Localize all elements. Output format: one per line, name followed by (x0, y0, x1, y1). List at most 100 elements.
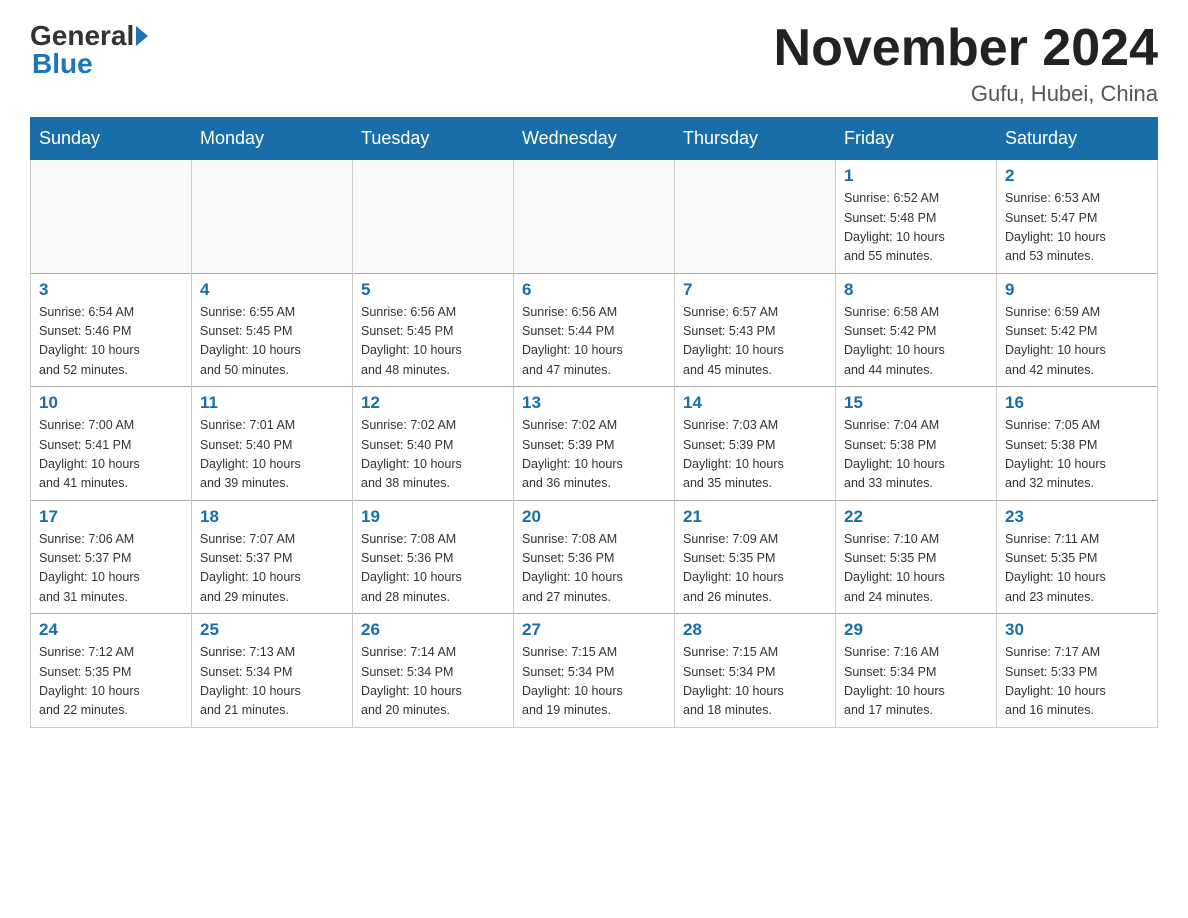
day-info: Sunrise: 7:12 AM Sunset: 5:35 PM Dayligh… (39, 643, 183, 721)
calendar-week-5: 24 Sunrise: 7:12 AM Sunset: 5:35 PM Dayli… (31, 614, 1158, 728)
day-number: 2 (1005, 166, 1149, 186)
weekday-header-friday: Friday (836, 118, 997, 160)
calendar-table: SundayMondayTuesdayWednesdayThursdayFrid… (30, 117, 1158, 728)
calendar-cell: 3 Sunrise: 6:54 AM Sunset: 5:46 PM Daylig… (31, 273, 192, 387)
day-info: Sunrise: 7:04 AM Sunset: 5:38 PM Dayligh… (844, 416, 988, 494)
day-info: Sunrise: 7:06 AM Sunset: 5:37 PM Dayligh… (39, 530, 183, 608)
calendar-cell: 29Sunrise: 7:16 AM Sunset: 5:34 PM Dayli… (836, 614, 997, 728)
day-number: 23 (1005, 507, 1149, 527)
calendar-cell (192, 160, 353, 274)
day-info: Sunrise: 6:56 AM Sunset: 5:44 PM Dayligh… (522, 303, 666, 381)
day-number: 4 (200, 280, 344, 300)
calendar-cell: 15 Sunrise: 7:04 AM Sunset: 5:38 PM Dayli… (836, 387, 997, 501)
day-number: 28 (683, 620, 827, 640)
day-number: 21 (683, 507, 827, 527)
day-number: 7 (683, 280, 827, 300)
day-info: Sunrise: 7:01 AM Sunset: 5:40 PM Dayligh… (200, 416, 344, 494)
calendar-cell: 10 Sunrise: 7:00 AM Sunset: 5:41 PM Dayli… (31, 387, 192, 501)
page-header: General Blue November 2024 Gufu, Hubei, … (30, 20, 1158, 107)
day-info: Sunrise: 7:00 AM Sunset: 5:41 PM Dayligh… (39, 416, 183, 494)
calendar-header: SundayMondayTuesdayWednesdayThursdayFrid… (31, 118, 1158, 160)
day-info: Sunrise: 7:15 AM Sunset: 5:34 PM Dayligh… (683, 643, 827, 721)
day-info: Sunrise: 7:11 AM Sunset: 5:35 PM Dayligh… (1005, 530, 1149, 608)
calendar-cell: 17Sunrise: 7:06 AM Sunset: 5:37 PM Dayli… (31, 500, 192, 614)
day-info: Sunrise: 7:02 AM Sunset: 5:40 PM Dayligh… (361, 416, 505, 494)
day-number: 19 (361, 507, 505, 527)
calendar-cell: 19 Sunrise: 7:08 AM Sunset: 5:36 PM Dayli… (353, 500, 514, 614)
day-info: Sunrise: 6:53 AM Sunset: 5:47 PM Dayligh… (1005, 189, 1149, 267)
weekday-header-tuesday: Tuesday (353, 118, 514, 160)
day-number: 9 (1005, 280, 1149, 300)
weekday-header-thursday: Thursday (675, 118, 836, 160)
day-info: Sunrise: 7:05 AM Sunset: 5:38 PM Dayligh… (1005, 416, 1149, 494)
day-number: 24 (39, 620, 183, 640)
calendar-cell: 1 Sunrise: 6:52 AM Sunset: 5:48 PM Daylig… (836, 160, 997, 274)
calendar-cell: 5Sunrise: 6:56 AM Sunset: 5:45 PM Daylig… (353, 273, 514, 387)
day-number: 10 (39, 393, 183, 413)
day-number: 25 (200, 620, 344, 640)
calendar-cell: 14Sunrise: 7:03 AM Sunset: 5:39 PM Dayli… (675, 387, 836, 501)
day-number: 20 (522, 507, 666, 527)
logo: General Blue (30, 20, 148, 80)
calendar-week-2: 3 Sunrise: 6:54 AM Sunset: 5:46 PM Daylig… (31, 273, 1158, 387)
calendar-cell: 26Sunrise: 7:14 AM Sunset: 5:34 PM Dayli… (353, 614, 514, 728)
day-info: Sunrise: 6:52 AM Sunset: 5:48 PM Dayligh… (844, 189, 988, 267)
day-number: 6 (522, 280, 666, 300)
weekday-header-saturday: Saturday (997, 118, 1158, 160)
day-info: Sunrise: 6:57 AM Sunset: 5:43 PM Dayligh… (683, 303, 827, 381)
calendar-cell: 7 Sunrise: 6:57 AM Sunset: 5:43 PM Daylig… (675, 273, 836, 387)
weekday-header-monday: Monday (192, 118, 353, 160)
day-info: Sunrise: 7:15 AM Sunset: 5:34 PM Dayligh… (522, 643, 666, 721)
day-number: 1 (844, 166, 988, 186)
day-number: 15 (844, 393, 988, 413)
day-info: Sunrise: 7:14 AM Sunset: 5:34 PM Dayligh… (361, 643, 505, 721)
day-number: 18 (200, 507, 344, 527)
logo-blue-text: Blue (30, 48, 93, 80)
weekday-header-wednesday: Wednesday (514, 118, 675, 160)
calendar-subtitle: Gufu, Hubei, China (774, 81, 1158, 107)
day-info: Sunrise: 7:09 AM Sunset: 5:35 PM Dayligh… (683, 530, 827, 608)
weekday-header-row: SundayMondayTuesdayWednesdayThursdayFrid… (31, 118, 1158, 160)
day-number: 3 (39, 280, 183, 300)
day-info: Sunrise: 6:54 AM Sunset: 5:46 PM Dayligh… (39, 303, 183, 381)
day-info: Sunrise: 7:02 AM Sunset: 5:39 PM Dayligh… (522, 416, 666, 494)
calendar-body: 1 Sunrise: 6:52 AM Sunset: 5:48 PM Daylig… (31, 160, 1158, 728)
day-number: 22 (844, 507, 988, 527)
calendar-cell: 21 Sunrise: 7:09 AM Sunset: 5:35 PM Dayli… (675, 500, 836, 614)
calendar-cell: 9Sunrise: 6:59 AM Sunset: 5:42 PM Daylig… (997, 273, 1158, 387)
calendar-cell (675, 160, 836, 274)
calendar-cell: 27 Sunrise: 7:15 AM Sunset: 5:34 PM Dayli… (514, 614, 675, 728)
calendar-cell (514, 160, 675, 274)
calendar-cell: 13 Sunrise: 7:02 AM Sunset: 5:39 PM Dayli… (514, 387, 675, 501)
title-area: November 2024 Gufu, Hubei, China (774, 20, 1158, 107)
calendar-week-1: 1 Sunrise: 6:52 AM Sunset: 5:48 PM Daylig… (31, 160, 1158, 274)
weekday-header-sunday: Sunday (31, 118, 192, 160)
day-number: 13 (522, 393, 666, 413)
day-info: Sunrise: 7:17 AM Sunset: 5:33 PM Dayligh… (1005, 643, 1149, 721)
calendar-cell: 20 Sunrise: 7:08 AM Sunset: 5:36 PM Dayli… (514, 500, 675, 614)
calendar-cell: 12Sunrise: 7:02 AM Sunset: 5:40 PM Dayli… (353, 387, 514, 501)
calendar-cell: 24 Sunrise: 7:12 AM Sunset: 5:35 PM Dayli… (31, 614, 192, 728)
calendar-cell (31, 160, 192, 274)
day-number: 27 (522, 620, 666, 640)
calendar-cell: 11Sunrise: 7:01 AM Sunset: 5:40 PM Dayli… (192, 387, 353, 501)
calendar-cell: 4 Sunrise: 6:55 AM Sunset: 5:45 PM Daylig… (192, 273, 353, 387)
day-number: 14 (683, 393, 827, 413)
day-number: 29 (844, 620, 988, 640)
calendar-cell: 16Sunrise: 7:05 AM Sunset: 5:38 PM Dayli… (997, 387, 1158, 501)
calendar-cell: 22 Sunrise: 7:10 AM Sunset: 5:35 PM Dayli… (836, 500, 997, 614)
day-info: Sunrise: 7:08 AM Sunset: 5:36 PM Dayligh… (522, 530, 666, 608)
calendar-title: November 2024 (774, 20, 1158, 77)
calendar-cell: 25Sunrise: 7:13 AM Sunset: 5:34 PM Dayli… (192, 614, 353, 728)
day-info: Sunrise: 7:08 AM Sunset: 5:36 PM Dayligh… (361, 530, 505, 608)
calendar-week-4: 17Sunrise: 7:06 AM Sunset: 5:37 PM Dayli… (31, 500, 1158, 614)
calendar-cell: 23 Sunrise: 7:11 AM Sunset: 5:35 PM Dayli… (997, 500, 1158, 614)
day-info: Sunrise: 7:10 AM Sunset: 5:35 PM Dayligh… (844, 530, 988, 608)
day-info: Sunrise: 6:55 AM Sunset: 5:45 PM Dayligh… (200, 303, 344, 381)
calendar-cell: 28 Sunrise: 7:15 AM Sunset: 5:34 PM Dayli… (675, 614, 836, 728)
day-info: Sunrise: 7:07 AM Sunset: 5:37 PM Dayligh… (200, 530, 344, 608)
day-number: 30 (1005, 620, 1149, 640)
calendar-cell: 8Sunrise: 6:58 AM Sunset: 5:42 PM Daylig… (836, 273, 997, 387)
day-number: 8 (844, 280, 988, 300)
calendar-cell: 2 Sunrise: 6:53 AM Sunset: 5:47 PM Daylig… (997, 160, 1158, 274)
